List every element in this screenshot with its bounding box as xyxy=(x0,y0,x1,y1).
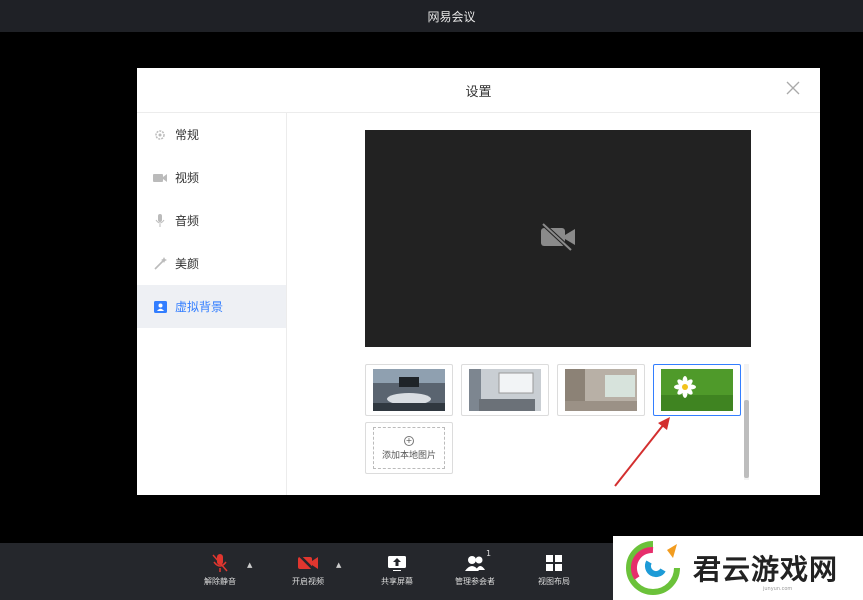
background-thumb-meeting-room[interactable] xyxy=(365,364,453,416)
camera-icon xyxy=(153,171,167,185)
gallery-scrollbar[interactable] xyxy=(744,364,749,480)
add-local-image-button[interactable]: + 添加本地图片 xyxy=(365,422,453,474)
sidebar-item-general[interactable]: 常规 xyxy=(137,113,286,156)
sidebar-item-video[interactable]: 视频 xyxy=(137,156,286,199)
background-thumb-lobby[interactable] xyxy=(557,364,645,416)
sidebar-item-beauty[interactable]: 美颜 xyxy=(137,242,286,285)
watermark-logo xyxy=(626,541,680,595)
meeting-room-image xyxy=(373,369,445,411)
scrollbar-thumb[interactable] xyxy=(744,400,749,478)
share-screen-icon xyxy=(387,553,407,573)
sidebar-item-virtual-background[interactable]: 虚拟背景 xyxy=(137,285,286,328)
sidebar-item-audio[interactable]: 音频 xyxy=(137,199,286,242)
share-screen-label: 共享屏幕 xyxy=(381,577,413,586)
dialog-title: 设置 xyxy=(465,84,492,100)
settings-dialog: 设置 常规 视频 音频 美颜 虚拟背景 + 添加本地图片 xyxy=(137,68,820,495)
background-thumb-daisy-flower[interactable] xyxy=(653,364,741,416)
unmute-label: 解除静音 xyxy=(204,577,236,586)
camera-off-icon xyxy=(297,553,319,573)
view-layout-label: 视图布局 xyxy=(538,577,570,586)
chevron-up-icon[interactable]: ▲ xyxy=(247,561,252,569)
lobby-image xyxy=(565,369,637,411)
chevron-up-icon[interactable]: ▲ xyxy=(336,561,341,569)
microphone-muted-icon xyxy=(212,553,228,573)
start-video-button[interactable]: 开启视频 xyxy=(273,553,343,587)
manage-participants-label: 管理参会者 xyxy=(455,577,495,586)
video-preview xyxy=(365,130,751,347)
share-screen-button[interactable]: 共享屏幕 xyxy=(362,553,432,587)
sidebar-item-label: 音频 xyxy=(175,214,200,228)
background-gallery: + 添加本地图片 xyxy=(365,364,749,479)
add-local-image-label: 添加本地图片 xyxy=(381,450,436,461)
sidebar-item-label: 虚拟背景 xyxy=(175,300,224,314)
gear-icon xyxy=(153,128,167,142)
manage-participants-button[interactable]: 管理参会者 1 xyxy=(440,549,510,587)
watermark-small-text: junyun.com xyxy=(763,586,793,592)
background-thumb-office-whiteboard[interactable] xyxy=(461,364,549,416)
window-titlebar: 网易会议 xyxy=(0,0,863,32)
watermark-text: 君云游戏网 xyxy=(693,553,839,586)
camera-off-icon xyxy=(540,222,576,256)
portrait-icon xyxy=(153,300,167,314)
watermark: 君云游戏网 junyun.com xyxy=(613,536,863,600)
daisy-image xyxy=(661,369,733,411)
red-arrow-annotation xyxy=(614,417,670,487)
sidebar-item-label: 美颜 xyxy=(175,257,200,271)
sidebar-item-label: 常规 xyxy=(175,128,200,142)
office-image xyxy=(469,369,541,411)
view-layout-button[interactable]: 视图布局 xyxy=(519,553,589,587)
settings-sidebar: 常规 视频 音频 美颜 虚拟背景 xyxy=(137,113,287,495)
add-local-image-box: + 添加本地图片 xyxy=(373,427,445,469)
unmute-button[interactable]: 解除静音 xyxy=(185,553,255,587)
sidebar-item-label: 视频 xyxy=(175,171,200,185)
dialog-header: 设置 xyxy=(137,68,820,113)
window-title: 网易会议 xyxy=(427,9,476,24)
start-video-label: 开启视频 xyxy=(292,577,324,586)
participants-icon xyxy=(464,553,486,573)
close-icon[interactable] xyxy=(784,81,802,99)
magic-wand-icon xyxy=(153,257,167,271)
grid-layout-icon xyxy=(546,553,562,573)
microphone-icon xyxy=(153,214,167,228)
participant-count-badge: 1 xyxy=(486,549,492,558)
plus-circle-icon: + xyxy=(404,435,414,446)
